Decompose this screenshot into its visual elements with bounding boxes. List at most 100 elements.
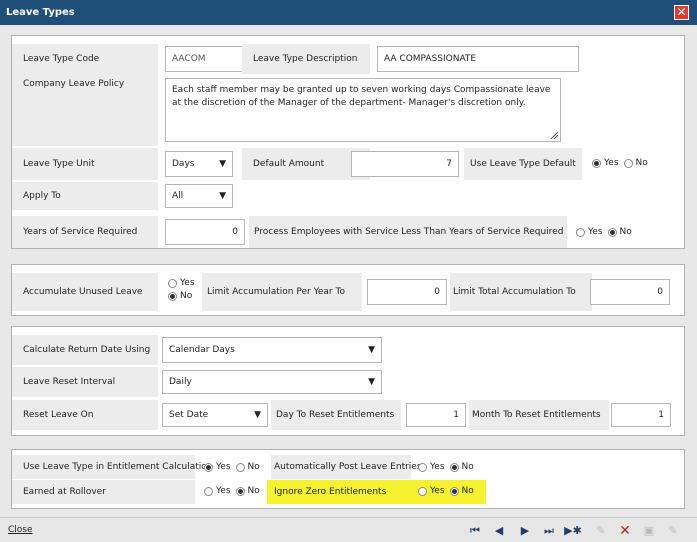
radio-unchecked-icon <box>418 486 427 496</box>
title-bar: Leave Types ✕ <box>0 0 697 25</box>
earned-at-rollover-radio: Yes No <box>204 486 265 496</box>
ignore-zero-label: Ignore Zero Entitlements <box>274 487 387 497</box>
radio-checked-icon <box>168 291 177 301</box>
radio-checked-icon <box>235 486 245 496</box>
use-leave-type-default-label: Use Leave Type Default <box>464 148 582 180</box>
dropdown-arrow-icon: ▼ <box>219 191 226 201</box>
apply-to-select[interactable]: All ▼ <box>165 184 233 208</box>
first-record-icon[interactable]: ⏮ <box>466 522 484 539</box>
radio-unchecked-icon <box>235 462 245 472</box>
auto-post-label: Automatically Post Leave Entries <box>271 455 422 479</box>
footer-toolbar: Close ⏮ ◀ ▶ ⏭ ▶✱ ✎ ✕ ▣ ✎ <box>0 517 697 542</box>
limit-total-label: Limit Total Accumulation To <box>450 273 592 311</box>
resize-grip-icon[interactable] <box>550 131 558 139</box>
leave-reset-interval-value: Daily <box>169 377 192 387</box>
process-no-label: No <box>619 227 632 237</box>
accumulate-yes-option[interactable]: Yes <box>168 278 195 288</box>
month-to-reset-input[interactable]: 1 <box>611 403 671 427</box>
limit-total-input[interactable]: 0 <box>590 279 670 305</box>
month-to-reset-label: Month To Reset Entitlements <box>469 400 609 430</box>
limit-per-year-input[interactable]: 0 <box>367 279 447 305</box>
close-link[interactable]: Close <box>8 525 33 535</box>
earned-no-label: No <box>247 486 260 496</box>
radio-unchecked-icon <box>623 158 633 168</box>
apply-to-value: All <box>172 191 184 201</box>
use-leave-type-default-radio: Yes No <box>592 158 653 168</box>
earned-no-option[interactable]: No <box>235 486 260 496</box>
leave-type-code-input[interactable]: AACOM <box>165 46 245 72</box>
leave-type-unit-label: Leave Type Unit <box>12 148 158 180</box>
close-icon: ✕ <box>676 5 687 19</box>
process-employees-label: Process Employees with Service Less Than… <box>249 216 567 248</box>
limit-per-year-label: Limit Accumulation Per Year To <box>202 273 362 311</box>
calculate-return-date-label: Calculate Return Date Using <box>12 335 158 365</box>
accumulate-no-option[interactable]: No <box>168 291 192 301</box>
dropdown-arrow-icon: ▼ <box>254 410 261 420</box>
edit-disabled-icon: ✎ <box>596 524 606 537</box>
use-default-yes-label: Yes <box>604 158 619 168</box>
ignore-zero-no-label: No <box>461 486 474 496</box>
accumulation-section: Accumulate Unused Leave Yes No Limit Acc… <box>11 264 685 316</box>
auto-post-no-option[interactable]: No <box>449 462 474 472</box>
accumulate-yes-label: Yes <box>180 278 195 288</box>
auto-post-radio: Yes No <box>418 462 479 472</box>
new-record-icon[interactable]: ▶✱ <box>564 522 582 539</box>
earned-at-rollover-label: Earned at Rollover <box>12 480 195 504</box>
leave-reset-interval-select[interactable]: Daily ▼ <box>162 370 382 394</box>
default-amount-input[interactable]: 7 <box>351 151 459 177</box>
years-of-service-label: Years of Service Required <box>12 216 158 248</box>
use-default-no-label: No <box>635 158 648 168</box>
ignore-zero-yes-option[interactable]: Yes <box>418 486 445 496</box>
radio-unchecked-icon <box>418 462 427 472</box>
leave-type-description-label: Leave Type Description <box>242 44 370 74</box>
radio-unchecked-icon <box>576 227 585 237</box>
company-leave-policy-textarea[interactable]: Each staff member may be granted up to s… <box>165 78 561 142</box>
reset-leave-on-select[interactable]: Set Date ▼ <box>162 403 268 427</box>
close-window-button[interactable]: ✕ <box>674 5 689 20</box>
previous-record-icon[interactable]: ◀ <box>490 522 508 539</box>
radio-checked-icon <box>607 227 617 237</box>
leave-type-unit-select[interactable]: Days ▼ <box>165 151 233 177</box>
general-section: Leave Type Code AACOM Leave Type Descrip… <box>11 35 685 249</box>
dialog-body: Leave Type Code AACOM Leave Type Descrip… <box>0 25 697 517</box>
use-default-yes-option[interactable]: Yes <box>592 158 619 168</box>
leave-type-unit-value: Days <box>172 159 195 169</box>
years-of-service-input[interactable]: 0 <box>165 219 245 245</box>
auto-post-yes-label: Yes <box>430 462 445 472</box>
reset-section: Calculate Return Date Using Calendar Day… <box>11 326 685 436</box>
window-title: Leave Types <box>6 7 75 18</box>
save-edit-disabled-icon: ✎ <box>668 524 678 537</box>
policy-text: Each staff member may be granted up to s… <box>172 85 551 108</box>
entitlement-section: Use Leave Type in Entitlement Calculatio… <box>11 449 685 509</box>
use-in-calc-no-option[interactable]: No <box>235 462 260 472</box>
use-in-calc-label: Use Leave Type in Entitlement Calculatio… <box>12 455 213 479</box>
apply-to-label: Apply To <box>12 182 158 210</box>
accumulate-unused-leave-radio: Yes No <box>168 278 200 301</box>
process-no-option[interactable]: No <box>607 227 632 237</box>
dropdown-arrow-icon: ▼ <box>368 377 375 387</box>
radio-unchecked-icon <box>168 278 177 288</box>
use-in-calc-yes-option[interactable]: Yes <box>204 462 231 472</box>
process-yes-option[interactable]: Yes <box>576 227 603 237</box>
delete-icon[interactable]: ✕ <box>616 522 634 539</box>
day-to-reset-input[interactable]: 1 <box>406 403 466 427</box>
earned-yes-option[interactable]: Yes <box>204 486 231 496</box>
radio-checked-icon <box>204 462 213 472</box>
last-record-icon[interactable]: ⏭ <box>540 522 558 539</box>
accumulate-unused-leave-label: Accumulate Unused Leave <box>12 273 158 311</box>
next-record-icon[interactable]: ▶ <box>516 522 534 539</box>
ignore-zero-no-option[interactable]: No <box>449 486 474 496</box>
leave-type-code-label: Leave Type Code <box>12 44 158 74</box>
dropdown-arrow-icon: ▼ <box>368 345 375 355</box>
calculate-return-date-select[interactable]: Calendar Days ▼ <box>162 337 382 363</box>
leave-type-description-input[interactable]: AA COMPASSIONATE <box>377 46 579 72</box>
use-in-calc-yes-label: Yes <box>216 462 231 472</box>
ignore-zero-radio: Yes No <box>418 486 479 496</box>
use-in-calc-radio: Yes No <box>204 462 265 472</box>
use-default-no-option[interactable]: No <box>623 158 648 168</box>
auto-post-yes-option[interactable]: Yes <box>418 462 445 472</box>
accumulate-no-label: No <box>180 291 193 301</box>
radio-unchecked-icon <box>204 486 213 496</box>
company-leave-policy-label: Company Leave Policy <box>12 74 158 146</box>
calculate-return-date-value: Calendar Days <box>169 345 235 355</box>
